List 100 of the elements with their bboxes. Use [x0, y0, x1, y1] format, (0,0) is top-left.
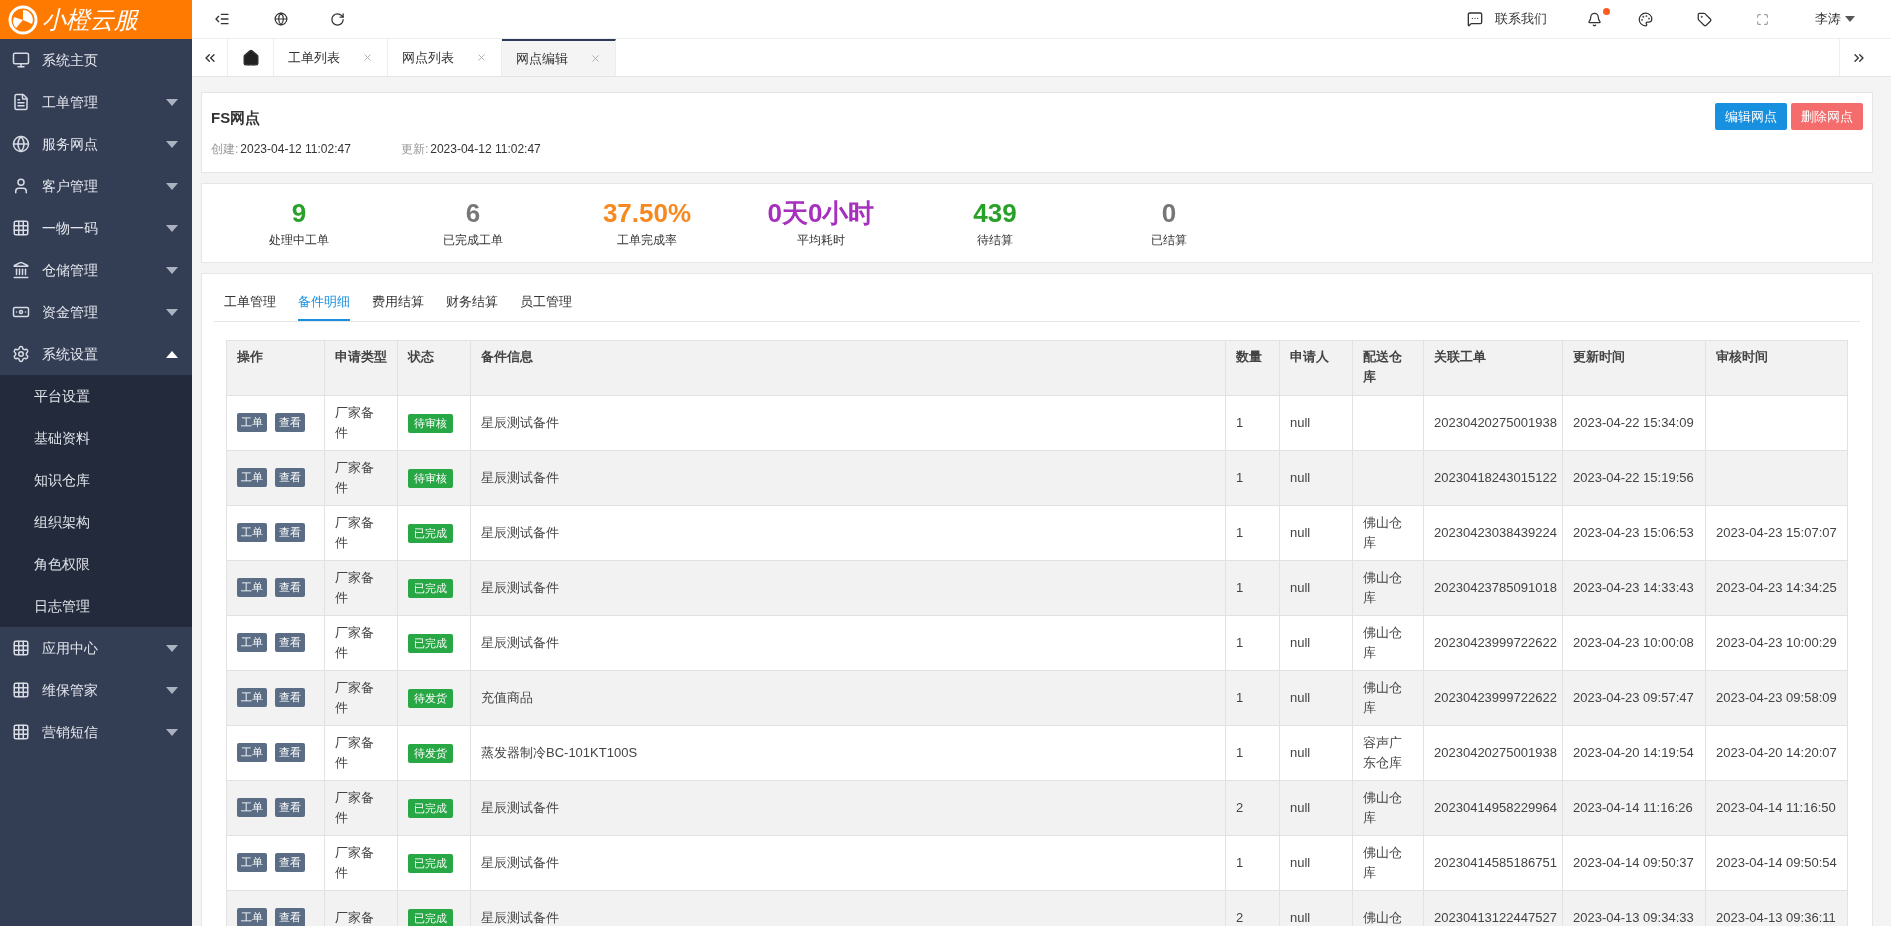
work-order-button[interactable]: 工单	[237, 413, 267, 432]
detail-tab[interactable]: 员工管理	[520, 287, 572, 321]
user-icon	[12, 177, 30, 195]
table-cell: 2023-04-22 15:19:56	[1562, 450, 1706, 505]
work-order-button[interactable]: 工单	[237, 798, 267, 817]
submenu-item[interactable]: 知识仓库	[0, 459, 192, 501]
work-order-button[interactable]: 工单	[237, 523, 267, 542]
view-button[interactable]: 查看	[275, 523, 305, 542]
updated-label: 更新:	[400, 140, 429, 158]
work-order-button[interactable]: 工单	[237, 743, 267, 762]
table-cell	[1352, 395, 1424, 450]
work-order-button[interactable]: 工单	[237, 908, 267, 926]
sidebar-item[interactable]: 客户管理	[0, 165, 192, 207]
created-time: 2023-04-12 11:02:47	[240, 140, 351, 158]
refresh-icon[interactable]	[330, 11, 345, 27]
sidebar-item[interactable]: 系统设置	[0, 333, 192, 375]
column-header: 配送仓库	[1352, 340, 1424, 395]
sidebar-item[interactable]: 工单管理	[0, 81, 192, 123]
menu-toggle-icon[interactable]	[214, 11, 230, 27]
column-header: 申请类型	[324, 340, 398, 395]
view-button[interactable]: 查看	[275, 633, 305, 652]
table-cell: 1	[1225, 505, 1280, 560]
table-cell: null	[1279, 835, 1353, 890]
view-button[interactable]: 查看	[275, 688, 305, 707]
sidebar-item[interactable]: 系统主页	[0, 39, 192, 81]
bank-icon	[12, 261, 30, 279]
sidebar-item[interactable]: 资金管理	[0, 291, 192, 333]
globe-icon[interactable]	[274, 12, 288, 26]
stat-label: 已结算	[1151, 231, 1187, 249]
table-cell: 1	[1225, 835, 1280, 890]
submenu-item[interactable]: 基础资料	[0, 417, 192, 459]
logo-text: 小橙云服	[42, 7, 138, 32]
submenu-item[interactable]: 组织架构	[0, 501, 192, 543]
user-menu[interactable]: 李涛	[1815, 9, 1855, 29]
work-order-button[interactable]: 工单	[237, 688, 267, 707]
sidebar-item[interactable]: 仓储管理	[0, 249, 192, 291]
table-cell: 厂家备件	[324, 395, 398, 450]
table-cell: null	[1279, 670, 1353, 725]
table-cell: 厂家备件	[324, 615, 398, 670]
table-cell: 充值商品	[470, 670, 1226, 725]
table-cell: 星辰测试备件	[470, 780, 1226, 835]
detail-tab[interactable]: 费用结算	[372, 287, 424, 321]
submenu-item[interactable]: 平台设置	[0, 375, 192, 417]
contact-link[interactable]: 联系我们	[1495, 9, 1547, 29]
sidebar-item[interactable]: 应用中心	[0, 627, 192, 669]
table-cell: 20230423785091018	[1423, 560, 1563, 615]
view-button[interactable]: 查看	[275, 798, 305, 817]
view-button[interactable]: 查看	[275, 743, 305, 762]
view-button[interactable]: 查看	[275, 853, 305, 872]
work-order-button[interactable]: 工单	[237, 578, 267, 597]
table-cell	[1352, 450, 1424, 505]
detail-tab[interactable]: 备件明细	[298, 287, 350, 321]
monitor-icon	[12, 51, 30, 69]
view-button[interactable]: 查看	[275, 413, 305, 432]
globe-icon	[12, 135, 30, 153]
view-button[interactable]: 查看	[275, 908, 305, 926]
work-order-button[interactable]: 工单	[237, 633, 267, 652]
table-cell: null	[1279, 615, 1353, 670]
page-tab[interactable]: 工单列表	[274, 39, 388, 76]
detail-tab[interactable]: 财务结算	[446, 287, 498, 321]
page-title: FS网点	[211, 108, 262, 128]
caret-down-icon	[166, 98, 178, 106]
work-order-button[interactable]: 工单	[237, 853, 267, 872]
updated-time: 2023-04-12 11:02:47	[430, 140, 541, 158]
sidebar-item[interactable]: 营销短信	[0, 711, 192, 753]
table-cell: 20230420275001938	[1423, 395, 1563, 450]
chat-icon[interactable]	[1467, 11, 1483, 27]
submenu-item[interactable]: 角色权限	[0, 543, 192, 585]
table-cell: null	[1279, 505, 1353, 560]
table-cell: 2023-04-23 14:33:43	[1562, 560, 1706, 615]
submenu-item[interactable]: 日志管理	[0, 585, 192, 627]
detail-tab[interactable]: 工单管理	[224, 287, 276, 321]
view-button[interactable]: 查看	[275, 468, 305, 487]
palette-icon[interactable]	[1638, 11, 1653, 27]
caret-down-icon	[166, 182, 178, 190]
fullscreen-icon[interactable]	[1756, 12, 1769, 26]
table-cell: 1	[1225, 450, 1280, 505]
work-order-button[interactable]: 工单	[237, 468, 267, 487]
stat-value: 439	[973, 196, 1017, 229]
table-cell: 容声广东仓库	[1352, 725, 1424, 780]
table-cell: 2023-04-14 09:50:54	[1705, 835, 1848, 890]
status-badge: 已完成	[408, 798, 453, 818]
table-cell: 2023-04-23 09:58:09	[1705, 670, 1848, 725]
table-cell: 20230423999722622	[1423, 670, 1563, 725]
table-cell: 厂家备件	[324, 835, 398, 890]
tag-icon[interactable]	[1697, 11, 1712, 27]
caret-down-icon	[166, 686, 178, 694]
sidebar-item[interactable]: 服务网点	[0, 123, 192, 165]
logo-icon	[8, 4, 38, 35]
stat-value: 37.50%	[602, 196, 692, 229]
status-badge: 已完成	[408, 853, 453, 873]
stat-label: 工单完成率	[617, 231, 677, 249]
view-button[interactable]: 查看	[275, 578, 305, 597]
table-cell: 厂家备件	[324, 450, 398, 505]
bell-icon[interactable]	[1587, 11, 1602, 27]
table-cell: 2023-04-23 10:00:29	[1705, 615, 1848, 670]
sidebar-item[interactable]: 一物一码	[0, 207, 192, 249]
page-tab[interactable]: 网点编辑	[502, 39, 616, 76]
stat-value: 0	[1161, 196, 1177, 229]
sidebar-item[interactable]: 维保管家	[0, 669, 192, 711]
